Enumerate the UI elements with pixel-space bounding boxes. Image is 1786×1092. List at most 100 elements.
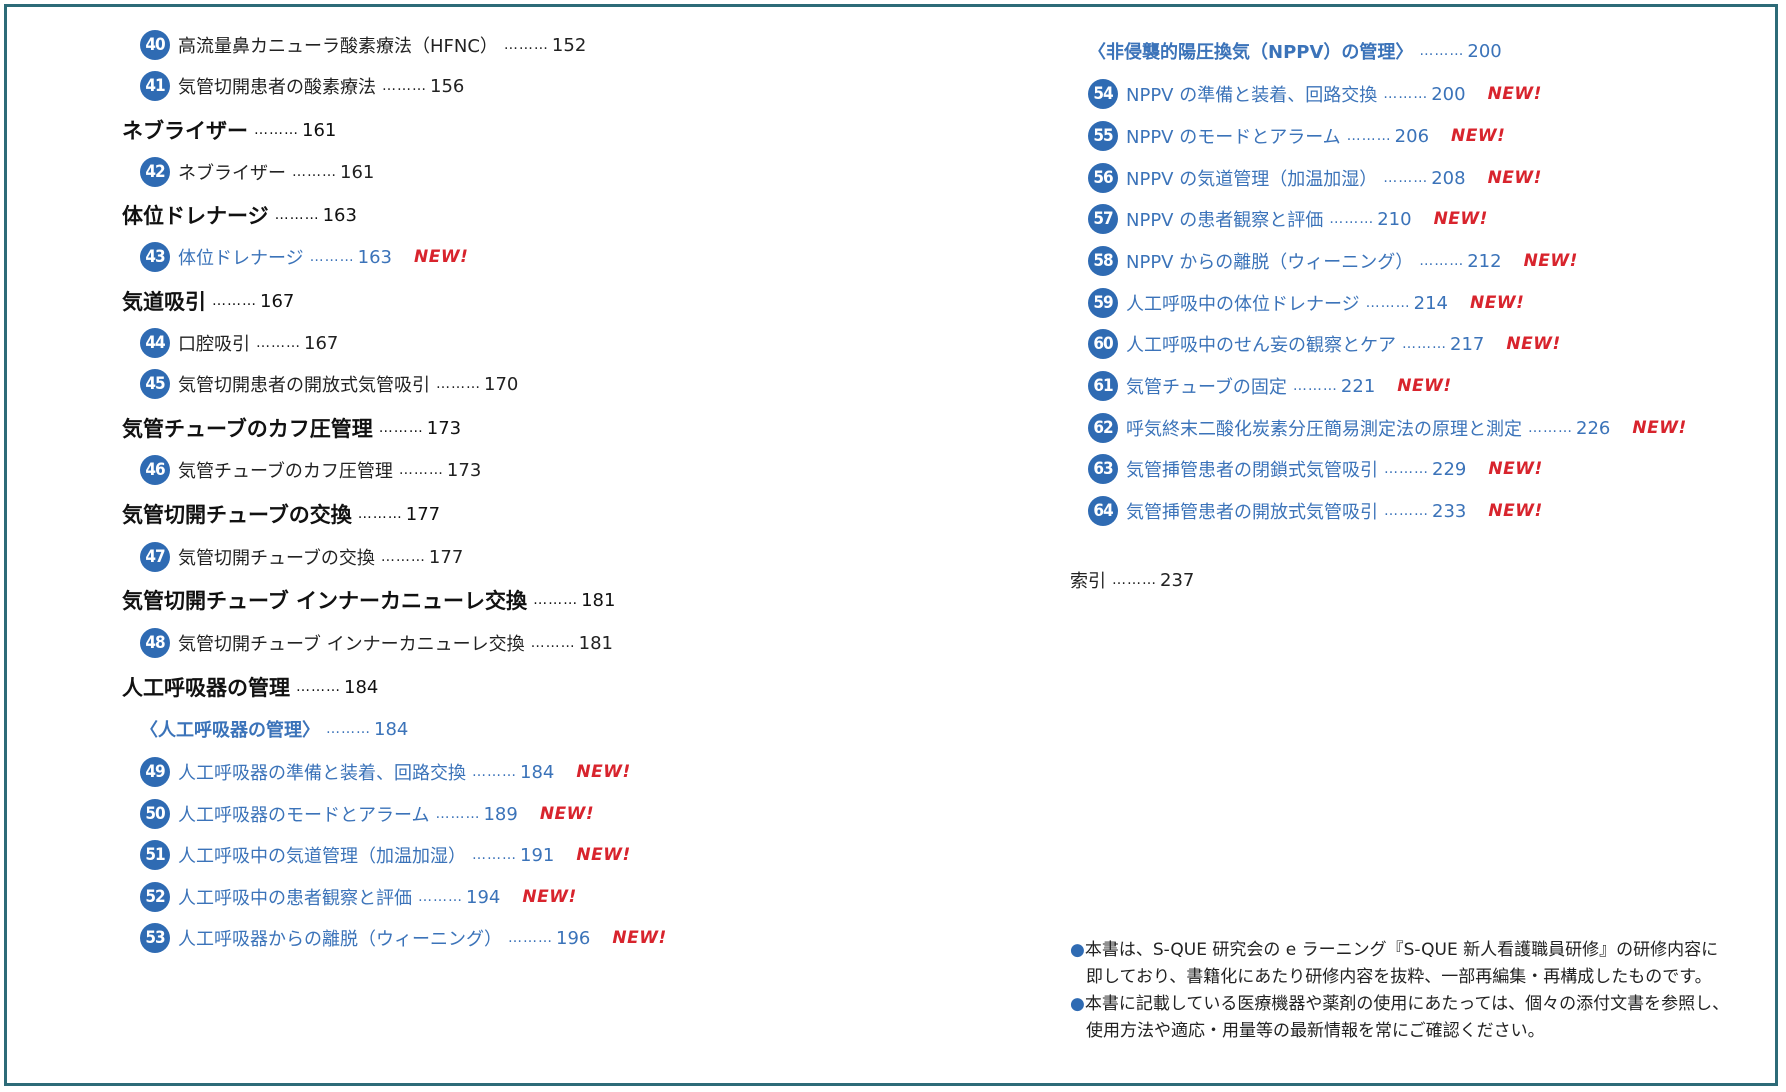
- leader-dots: ………: [436, 376, 481, 392]
- chapter-number-badge: 40: [140, 30, 170, 60]
- page-number: 161: [340, 161, 375, 183]
- toc-entry-title: 気管切開チューブ インナーカニューレ交換: [122, 589, 528, 613]
- toc-item[interactable]: 45 気管切開患者の開放式気管吸引 ……… 170: [140, 367, 518, 401]
- toc-entry-title: NPPV のモードとアラーム: [1126, 127, 1341, 148]
- toc-item[interactable]: 50 人工呼吸器のモードとアラーム ……… 189 NEW!: [140, 797, 594, 831]
- page-number: 167: [260, 290, 295, 312]
- page-number: 177: [428, 546, 464, 568]
- toc-entry-title: ネブライザー: [122, 119, 248, 143]
- toc-item[interactable]: 47 気管切開チューブの交換 ……… 177: [140, 540, 463, 574]
- leader-dots: ………: [1384, 461, 1429, 477]
- new-badge: NEW!: [1487, 168, 1542, 188]
- toc-item[interactable]: 59 人工呼吸中の体位ドレナージ ……… 214 NEW!: [1088, 286, 1524, 320]
- toc-section-heading[interactable]: 気道吸引 ……… 167: [122, 284, 294, 318]
- toc-item[interactable]: 55 NPPV のモードとアラーム ……… 206 NEW!: [1088, 119, 1505, 153]
- toc-entry-title: 気管チューブの固定: [1126, 377, 1287, 398]
- leader-dots: ………: [1419, 43, 1465, 59]
- toc-section-heading[interactable]: 体位ドレナージ ……… 163: [122, 198, 357, 232]
- toc-section-heading[interactable]: 人工呼吸器の管理 ……… 184: [122, 670, 378, 704]
- leader-dots: ………: [418, 889, 463, 905]
- leader-dots: ………: [472, 847, 517, 863]
- toc-item[interactable]: 40 高流量鼻カニューラ酸素療法（HFNC） ……… 152: [140, 28, 586, 62]
- toc-item[interactable]: 41 気管切開患者の酸素療法 ……… 156: [140, 69, 464, 103]
- leader-dots: ………: [254, 122, 299, 138]
- toc-entry-title: 気道吸引: [122, 290, 206, 314]
- toc-entry-title: 気管切開チューブの交換: [178, 548, 375, 569]
- page-number: 184: [344, 676, 379, 698]
- leader-dots: ………: [292, 164, 337, 180]
- toc-item[interactable]: 43 体位ドレナージ ……… 163 NEW!: [140, 240, 468, 274]
- toc-section-heading[interactable]: ネブライザー ……… 161: [122, 113, 336, 147]
- toc-entry-title: NPPV の気道管理（加温加湿）: [1126, 169, 1378, 190]
- page-number: 200: [1467, 40, 1502, 62]
- note-text: 本書に記載している医療機器や薬剤の使用にあたっては、個々の添付文書を参照し、使用…: [1084, 994, 1730, 1041]
- page-number: 177: [405, 503, 441, 525]
- toc-entry-title: 気管切開チューブ インナーカニューレ交換: [178, 634, 525, 655]
- leader-dots: ………: [1383, 170, 1429, 186]
- page-number: 173: [446, 459, 482, 481]
- toc-section-heading[interactable]: 気管切開チューブの交換 ……… 177: [122, 497, 440, 531]
- page-number: 206: [1394, 125, 1430, 147]
- toc-item[interactable]: 57 NPPV の患者観察と評価 ……… 210 NEW!: [1088, 202, 1488, 236]
- leader-dots: ………: [508, 930, 553, 946]
- new-badge: NEW!: [1433, 209, 1488, 229]
- leader-dots: ………: [1112, 572, 1157, 588]
- page-number: 196: [556, 927, 591, 949]
- leader-dots: ………: [533, 592, 579, 608]
- page-number: 212: [1467, 250, 1502, 272]
- toc-subsection-heading[interactable]: 〈人工呼吸器の管理〉 ……… 184: [140, 712, 408, 746]
- toc-item[interactable]: 56 NPPV の気道管理（加温加湿） ……… 208 NEW!: [1088, 161, 1542, 195]
- toc-entry-title: 体位ドレナージ: [122, 204, 269, 228]
- leader-dots: ………: [1329, 211, 1375, 227]
- toc-index-entry[interactable]: 索引 ……… 237: [1070, 563, 1194, 597]
- toc-entry-title: 人工呼吸器からの離脱（ウィーニング）: [178, 929, 502, 950]
- leader-dots: ………: [1528, 420, 1573, 436]
- toc-section-heading[interactable]: 気管切開チューブ インナーカニューレ交換 ……… 181: [122, 583, 615, 617]
- toc-item[interactable]: 61 気管チューブの固定 ……… 221 NEW!: [1088, 369, 1452, 403]
- new-badge: NEW!: [1451, 126, 1506, 146]
- page-number: 163: [357, 246, 392, 268]
- toc-entry-title: NPPV の準備と装着、回路交換: [1126, 85, 1378, 106]
- chapter-number-badge: 52: [140, 882, 170, 912]
- page-number: 233: [1432, 500, 1467, 522]
- page-number: 170: [484, 373, 519, 395]
- toc-item[interactable]: 62 呼気終末二酸化炭素分圧簡易測定法の原理と測定 ……… 226 NEW!: [1088, 411, 1687, 445]
- chapter-number-badge: 45: [140, 369, 170, 399]
- toc-item[interactable]: 58 NPPV からの離脱（ウィーニング） ……… 212 NEW!: [1088, 244, 1578, 278]
- toc-item[interactable]: 44 口腔吸引 ……… 167: [140, 326, 338, 360]
- toc-item[interactable]: 42 ネブライザー ……… 161: [140, 155, 374, 189]
- toc-entry-title: 人工呼吸中の気道管理（加温加湿）: [178, 846, 466, 867]
- leader-dots: ………: [398, 462, 444, 478]
- chapter-number-badge: 51: [140, 840, 170, 870]
- toc-item[interactable]: 52 人工呼吸中の患者観察と評価 ……… 194 NEW!: [140, 880, 577, 914]
- leader-dots: ………: [1383, 86, 1429, 102]
- toc-item[interactable]: 48 気管切開チューブ インナーカニューレ交換 ……… 181: [140, 626, 613, 660]
- toc-item[interactable]: 46 気管チューブのカフ圧管理 ……… 173: [140, 453, 481, 487]
- chapter-number-badge: 44: [140, 328, 170, 358]
- toc-item[interactable]: 64 気管挿管患者の開放式気管吸引 ……… 233 NEW!: [1088, 494, 1543, 528]
- chapter-number-badge: 64: [1088, 496, 1118, 526]
- toc-item[interactable]: 60 人工呼吸中のせん妄の観察とケア ……… 217 NEW!: [1088, 327, 1561, 361]
- toc-subsection-heading[interactable]: 〈非侵襲的陽圧換気（NPPV）の管理〉 ……… 200: [1088, 34, 1502, 68]
- toc-item[interactable]: 49 人工呼吸器の準備と装着、回路交換 ……… 184 NEW!: [140, 755, 631, 789]
- toc-item[interactable]: 53 人工呼吸器からの離脱（ウィーニング） ……… 196 NEW!: [140, 921, 667, 955]
- page-number: 237: [1160, 569, 1195, 591]
- page-number: 173: [426, 417, 462, 439]
- toc-item[interactable]: 54 NPPV の準備と装着、回路交換 ……… 200 NEW!: [1088, 77, 1542, 111]
- page-number: 184: [520, 761, 555, 783]
- toc-entry-title: NPPV の患者観察と評価: [1126, 210, 1324, 231]
- chapter-number-badge: 46: [140, 455, 170, 485]
- toc-entry-title: 人工呼吸器の管理: [122, 676, 290, 700]
- leader-dots: ………: [1292, 378, 1338, 394]
- toc-item[interactable]: 63 気管挿管患者の閉鎖式気管吸引 ……… 229 NEW!: [1088, 452, 1543, 486]
- chapter-number-badge: 59: [1088, 288, 1118, 318]
- toc-entry-title: 人工呼吸中の体位ドレナージ: [1126, 294, 1360, 315]
- leader-dots: ………: [309, 249, 355, 265]
- leader-dots: ………: [274, 207, 320, 223]
- toc-entry-title: NPPV からの離脱（ウィーニング）: [1126, 252, 1414, 273]
- toc-item[interactable]: 51 人工呼吸中の気道管理（加温加湿） ……… 191 NEW!: [140, 838, 631, 872]
- page-number: 161: [302, 119, 337, 141]
- page-number: 210: [1377, 208, 1412, 230]
- toc-section-heading[interactable]: 気管チューブのカフ圧管理 ……… 173: [122, 411, 461, 445]
- toc-entry-title: ネブライザー: [178, 163, 286, 184]
